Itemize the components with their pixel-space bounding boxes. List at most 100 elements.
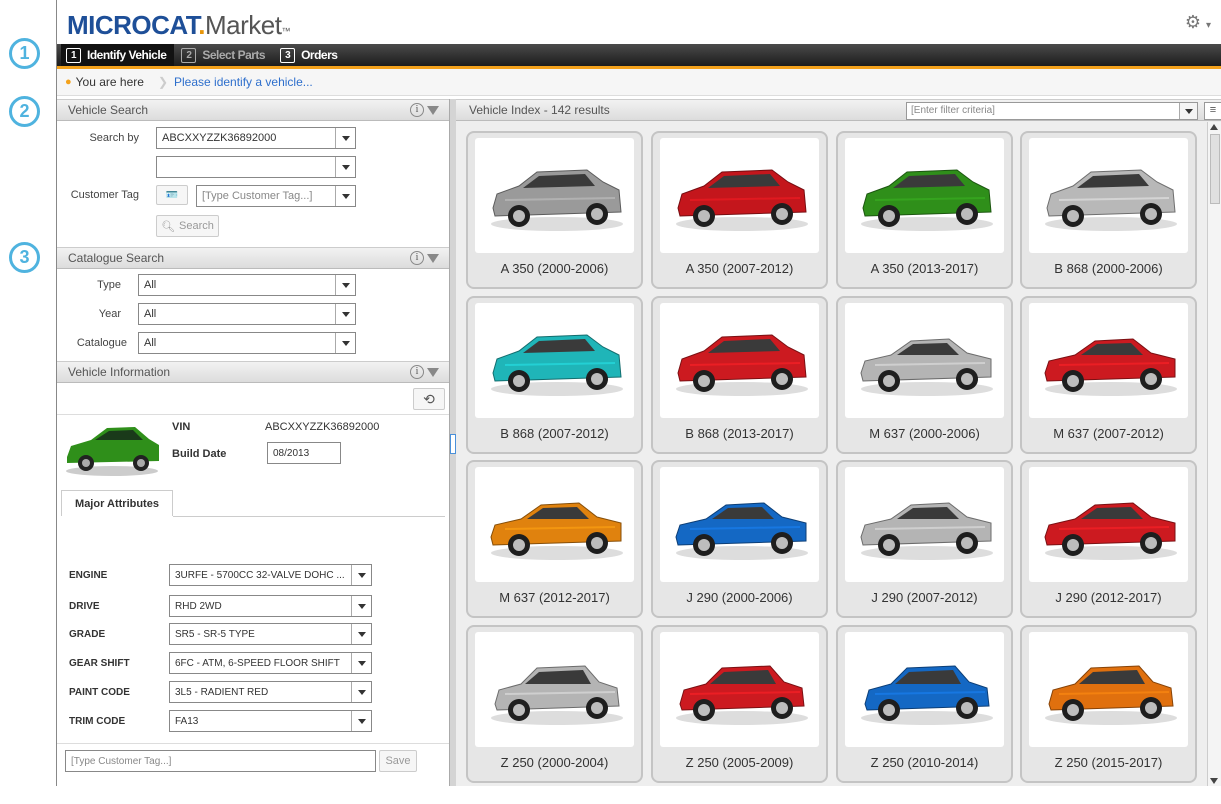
tag-card-icon[interactable]: 🪪 — [156, 185, 188, 205]
breadcrumb: ● You are here ❯ Please identify a vehic… — [57, 69, 1221, 96]
annotation-3: 3 — [9, 242, 40, 273]
vehicle-image — [845, 138, 1004, 253]
vehicle-card[interactable]: J 290 (2007-2012) — [836, 460, 1013, 618]
vehicle-card[interactable]: Z 250 (2010-2014) — [836, 625, 1013, 783]
gear-shift-label: GEAR SHIFT — [69, 658, 130, 669]
vehicle-card[interactable]: B 868 (2007-2012) — [466, 296, 643, 454]
app-logo: MICROCAT.Market™ — [67, 10, 290, 46]
vehicle-card[interactable]: B 868 (2013-2017) — [651, 296, 828, 454]
vehicle-index-panel: Vehicle Index - 142 results [Enter filte… — [456, 99, 1221, 786]
chevron-down-icon[interactable] — [351, 596, 371, 616]
type-select[interactable]: All — [138, 274, 356, 296]
vehicle-card-label: A 350 (2000-2006) — [500, 261, 609, 276]
vehicle-image — [1029, 632, 1188, 747]
grade-value: SR5 - SR-5 TYPE — [175, 628, 255, 640]
chevron-down-icon[interactable] — [351, 624, 371, 644]
customer-tag-save-input[interactable]: [Type Customer Tag...] — [65, 750, 376, 772]
vehicle-card[interactable]: J 290 (2012-2017) — [1020, 460, 1197, 618]
save-button[interactable]: Save — [379, 750, 417, 772]
logo-tm: ™ — [281, 26, 290, 36]
vehicle-card[interactable]: A 350 (2000-2006) — [466, 131, 643, 289]
chevron-down-icon[interactable] — [335, 186, 355, 206]
search-by-input[interactable]: ABCXXYZZK36892000 — [156, 127, 356, 149]
step-label: Orders — [301, 48, 338, 62]
vehicle-image — [845, 303, 1004, 418]
vehicle-index-header: Vehicle Index - 142 results [Enter filte… — [456, 99, 1221, 121]
list-view-icon[interactable]: ≡ — [1204, 102, 1221, 120]
drive-value: RHD 2WD — [175, 600, 222, 612]
breadcrumb-link[interactable]: Please identify a vehicle... — [174, 75, 313, 89]
gear-icon[interactable]: ⚙ ▾ — [1185, 12, 1211, 33]
vehicle-thumbnail — [66, 427, 159, 476]
vehicle-card-label: J 290 (2007-2012) — [871, 590, 978, 605]
drive-select[interactable]: RHD 2WD — [169, 595, 372, 617]
chevron-down-icon[interactable] — [351, 653, 371, 673]
chevron-down-icon[interactable] — [1179, 103, 1197, 119]
catalogue-select[interactable]: All — [138, 332, 356, 354]
collapse-icon[interactable] — [427, 105, 439, 115]
catalogue-search-body: Type All Year All Catalogue All — [57, 269, 449, 361]
vehicle-card-label: Z 250 (2010-2014) — [870, 755, 979, 770]
collapse-icon[interactable] — [427, 253, 439, 263]
trim-code-select[interactable]: FA13 — [169, 710, 372, 732]
vehicle-card-label: Z 250 (2005-2009) — [685, 755, 794, 770]
vehicle-image — [845, 632, 1004, 747]
customer-tag-input[interactable]: [Type Customer Tag...] — [196, 185, 356, 207]
vehicle-card[interactable]: M 637 (2012-2017) — [466, 460, 643, 618]
refresh-icon[interactable]: ⟲ — [413, 388, 445, 410]
logo-dot: . — [198, 10, 206, 40]
chevron-down-icon[interactable] — [335, 128, 355, 148]
vehicle-card[interactable]: J 290 (2000-2006) — [651, 460, 828, 618]
chevron-down-icon[interactable] — [335, 304, 355, 324]
vehicle-image — [475, 138, 634, 253]
vehicle-image — [660, 303, 819, 418]
filter-input[interactable]: [Enter filter criteria] — [906, 102, 1198, 120]
divider — [57, 743, 449, 744]
paint-code-value: 3L5 - RADIENT RED — [175, 686, 269, 698]
scroll-down-icon[interactable] — [1210, 778, 1218, 784]
vehicle-card[interactable]: B 868 (2000-2006) — [1020, 131, 1197, 289]
vehicle-card[interactable]: Z 250 (2015-2017) — [1020, 625, 1197, 783]
tab-select-parts[interactable]: 2 Select Parts — [176, 44, 273, 66]
year-value: All — [144, 308, 157, 320]
paint-code-select[interactable]: 3L5 - RADIENT RED — [169, 681, 372, 703]
tab-identify-vehicle[interactable]: 1 Identify Vehicle — [61, 44, 175, 66]
vehicle-card[interactable]: A 350 (2013-2017) — [836, 131, 1013, 289]
info-icon[interactable]: i — [410, 103, 424, 117]
search-button[interactable]: 🔍︎ Search — [156, 215, 219, 237]
gear-shift-select[interactable]: 6FC - ATM, 6-SPEED FLOOR SHIFT — [169, 652, 372, 674]
collapse-icon[interactable] — [427, 367, 439, 377]
engine-select[interactable]: 3URFE - 5700CC 32-VALVE DOHC ... — [169, 564, 372, 586]
vehicle-card[interactable]: M 637 (2000-2006) — [836, 296, 1013, 454]
grade-select[interactable]: SR5 - SR-5 TYPE — [169, 623, 372, 645]
search-by-value: ABCXXYZZK36892000 — [162, 132, 277, 144]
chevron-down-icon[interactable] — [351, 682, 371, 702]
chevron-down-icon[interactable] — [351, 711, 371, 731]
chevron-down-icon[interactable] — [335, 275, 355, 295]
chevron-down-icon[interactable] — [351, 565, 371, 585]
vehicle-card[interactable]: M 637 (2007-2012) — [1020, 296, 1197, 454]
logo-brand: MICROCAT — [67, 10, 199, 40]
chevron-down-icon[interactable] — [335, 333, 355, 353]
vehicle-image — [660, 138, 819, 253]
vehicle-card[interactable]: A 350 (2007-2012) — [651, 131, 828, 289]
scroll-thumb[interactable] — [1210, 134, 1220, 204]
engine-label: ENGINE — [69, 570, 108, 581]
info-icon[interactable]: i — [410, 251, 424, 265]
tab-major-attributes[interactable]: Major Attributes — [61, 490, 173, 516]
scrollbar[interactable] — [1207, 122, 1221, 786]
search-secondary-select[interactable] — [156, 156, 356, 178]
catalogue-value: All — [144, 337, 157, 349]
tab-orders[interactable]: 3 Orders — [275, 44, 345, 66]
year-label: Year — [98, 308, 121, 320]
info-icon[interactable]: i — [410, 365, 424, 379]
vehicle-card[interactable]: Z 250 (2005-2009) — [651, 625, 828, 783]
scroll-up-icon[interactable] — [1210, 124, 1218, 130]
year-select[interactable]: All — [138, 303, 356, 325]
vehicle-image — [1029, 303, 1188, 418]
paint-code-label: PAINT CODE — [69, 687, 130, 698]
build-date-field[interactable]: 08/2013 — [267, 442, 341, 464]
chevron-down-icon[interactable] — [335, 157, 355, 177]
workflow-nav: 1 Identify Vehicle 2 Select Parts 3 Orde… — [57, 44, 1221, 69]
vehicle-card[interactable]: Z 250 (2000-2004) — [466, 625, 643, 783]
